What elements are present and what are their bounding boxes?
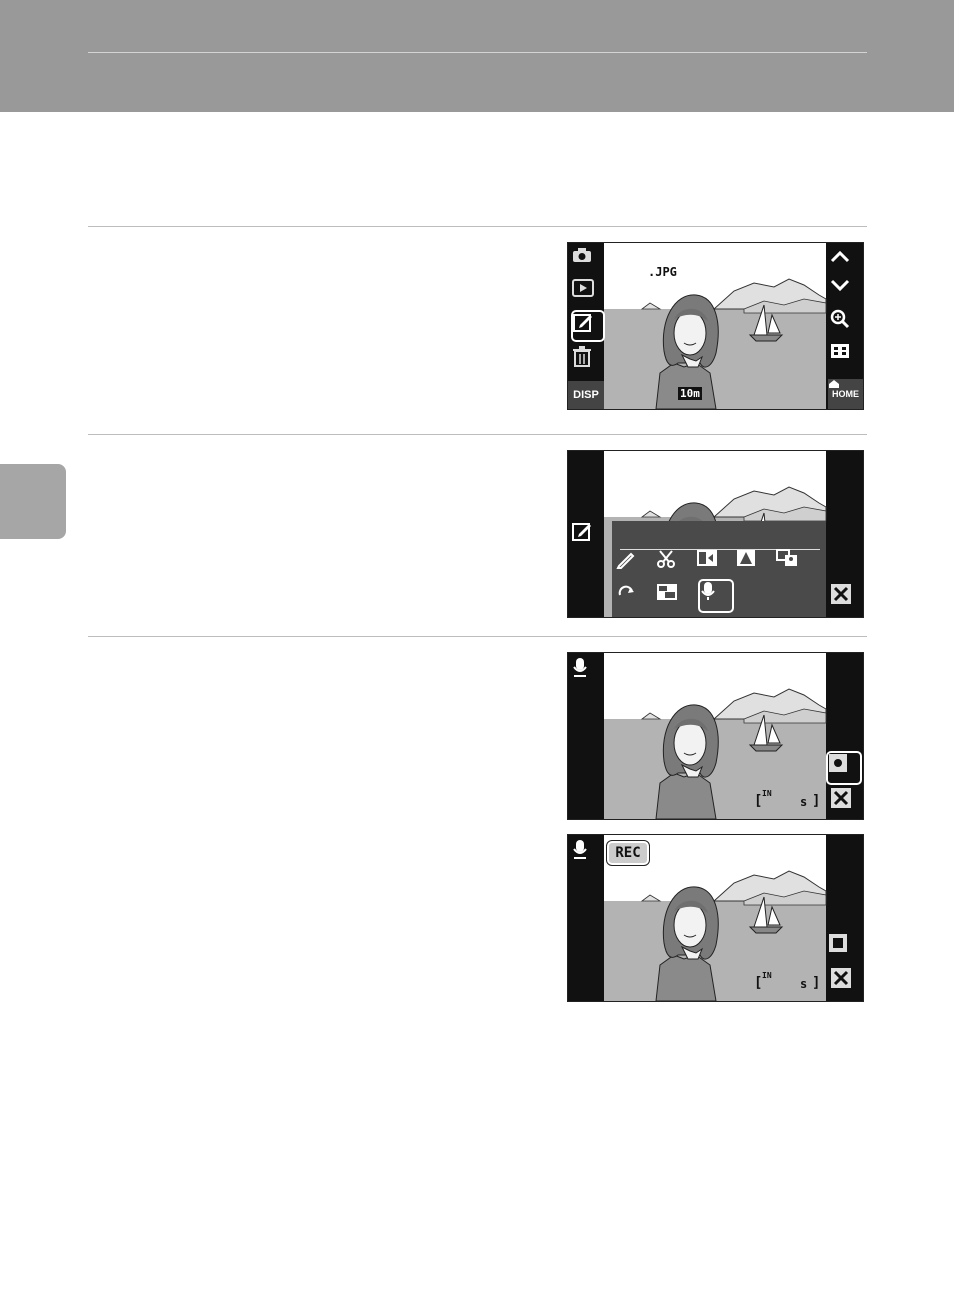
memory-bracket-close: ] xyxy=(812,975,821,991)
voice-memo-icon xyxy=(572,839,602,869)
stop-button[interactable] xyxy=(828,933,858,963)
seconds-label: s xyxy=(800,977,808,991)
delete-icon[interactable] xyxy=(572,345,602,375)
edit-icon[interactable] xyxy=(571,310,605,342)
record-button[interactable] xyxy=(826,751,862,785)
close-icon[interactable] xyxy=(830,583,860,613)
close-icon[interactable] xyxy=(830,967,860,997)
home-label: HOME xyxy=(832,389,859,399)
chapter-header-band xyxy=(0,0,954,112)
down-arrow-icon[interactable] xyxy=(830,279,860,309)
seconds-label: s xyxy=(800,795,808,809)
black-border-icon[interactable] xyxy=(656,583,690,613)
disp-button[interactable]: DISP xyxy=(568,381,604,409)
edit-menu-panel xyxy=(612,521,826,617)
camera-screen-voice-memo-ready: [ IN s ] xyxy=(567,652,864,820)
rotate-icon[interactable] xyxy=(616,583,650,613)
step-divider xyxy=(88,434,867,435)
up-arrow-icon[interactable] xyxy=(830,249,860,279)
thumbnail-icon[interactable] xyxy=(830,343,860,373)
rec-indicator: REC xyxy=(607,841,649,865)
edit-icon xyxy=(572,521,602,551)
home-icon xyxy=(829,380,839,388)
voice-memo-icon[interactable] xyxy=(698,579,734,613)
zoom-icon[interactable] xyxy=(830,309,860,339)
crop-icon[interactable] xyxy=(656,549,690,579)
camera-screen-edit-menu xyxy=(567,450,864,618)
camera-screen-playback: DISP .JPG 10m HOME xyxy=(567,242,864,410)
d-lighting-icon[interactable] xyxy=(696,549,730,579)
playback-mode-icon[interactable] xyxy=(572,279,602,309)
camera-screen-voice-memo-recording: REC [ IN s ] xyxy=(567,834,864,1002)
paint-icon[interactable] xyxy=(616,549,650,579)
close-icon[interactable] xyxy=(830,787,860,817)
home-button[interactable]: HOME xyxy=(828,379,863,409)
playback-image xyxy=(568,243,863,409)
step-divider xyxy=(88,636,867,637)
shooting-mode-icon[interactable] xyxy=(572,247,602,277)
voice-memo-icon xyxy=(572,657,602,687)
internal-memory-label: IN xyxy=(762,971,772,980)
chapter-side-tab xyxy=(0,464,66,539)
file-extension-label: .JPG xyxy=(648,265,677,279)
header-rule xyxy=(88,52,867,53)
small-picture-icon[interactable] xyxy=(776,549,810,579)
internal-memory-label: IN xyxy=(762,789,772,798)
step-divider xyxy=(88,226,867,227)
memory-bracket-close: ] xyxy=(812,793,821,809)
skin-softening-icon[interactable] xyxy=(736,549,770,579)
image-size-badge: 10m xyxy=(678,387,702,400)
